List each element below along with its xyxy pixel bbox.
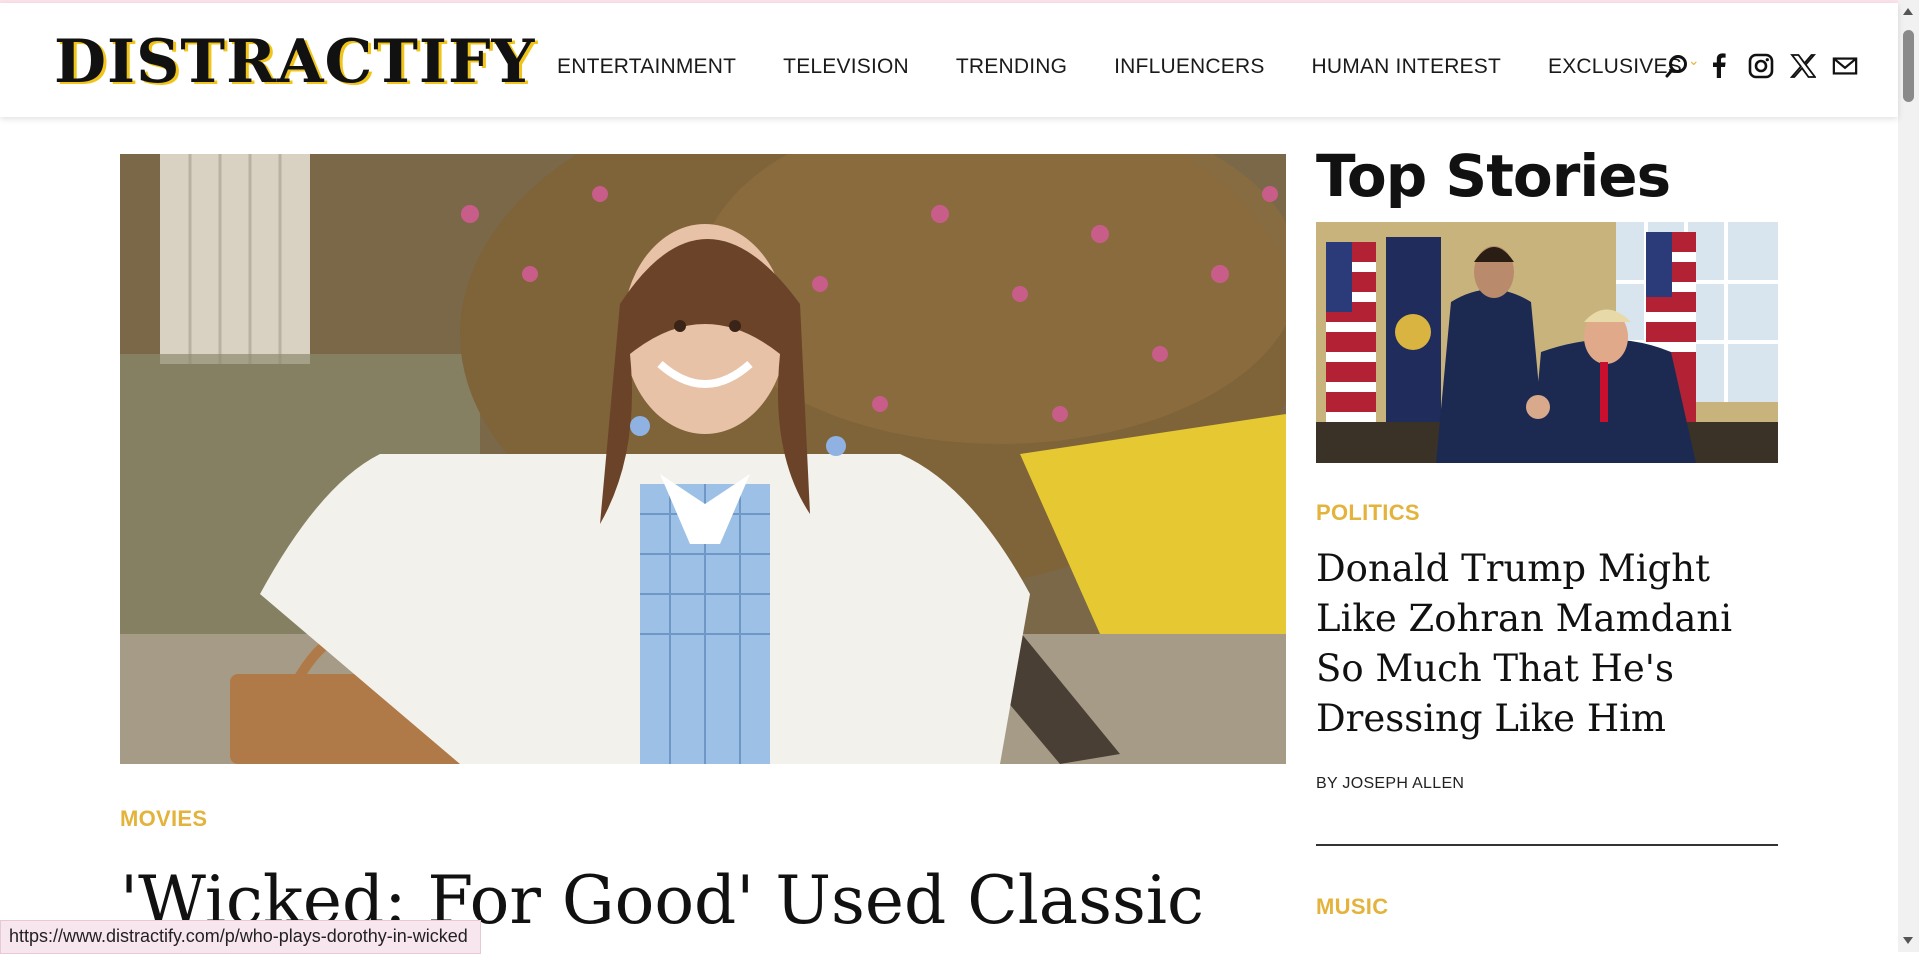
story-category-music[interactable]: MUSIC	[1316, 894, 1388, 920]
nav-exclusives[interactable]: EXCLUSIVES	[1548, 55, 1682, 79]
facebook-icon[interactable]	[1706, 53, 1732, 79]
status-bar-url: https://www.distractify.com/p/who-plays-…	[0, 920, 481, 954]
top-stories-sidebar: Top Stories POLITICS Donald Trump Might	[1316, 140, 1778, 919]
header-icons	[1664, 53, 1858, 79]
nav-entertainment[interactable]: ENTERTAINMENT	[557, 55, 736, 79]
mail-icon[interactable]	[1832, 53, 1858, 79]
hero-category[interactable]: MOVIES	[120, 806, 207, 832]
main-nav: ENTERTAINMENT TELEVISION TRENDING INFLUE…	[557, 52, 1700, 79]
story-divider	[1316, 844, 1778, 846]
search-icon[interactable]	[1664, 53, 1690, 79]
top-story-image[interactable]	[1316, 222, 1778, 463]
page-scrollbar[interactable]	[1898, 0, 1919, 952]
nav-trending[interactable]: TRENDING	[956, 55, 1067, 79]
story-category-politics[interactable]: POLITICS	[1316, 500, 1420, 526]
nav-television[interactable]: TELEVISION	[783, 55, 909, 79]
x-icon[interactable]	[1790, 53, 1816, 79]
site-logo[interactable]: DISTRACTIFY	[54, 27, 535, 97]
top-story-headline[interactable]: Donald Trump Might Like Zohran Mamdani S…	[1316, 544, 1778, 744]
hero-image[interactable]	[120, 154, 1286, 764]
story-byline[interactable]: BY JOSEPH ALLEN	[1316, 775, 1464, 793]
nav-influencers[interactable]: INFLUENCERS	[1114, 55, 1264, 79]
top-stories-heading: Top Stories	[1316, 142, 1671, 210]
instagram-icon[interactable]	[1748, 53, 1774, 79]
site-header: DISTRACTIFY ENTERTAINMENT TELEVISION TRE…	[0, 3, 1898, 117]
scrollbar-thumb[interactable]	[1903, 30, 1914, 102]
scroll-down-icon[interactable]	[1903, 937, 1913, 944]
nav-human-interest[interactable]: HUMAN INTEREST	[1312, 55, 1501, 79]
scroll-up-icon[interactable]	[1903, 8, 1913, 15]
